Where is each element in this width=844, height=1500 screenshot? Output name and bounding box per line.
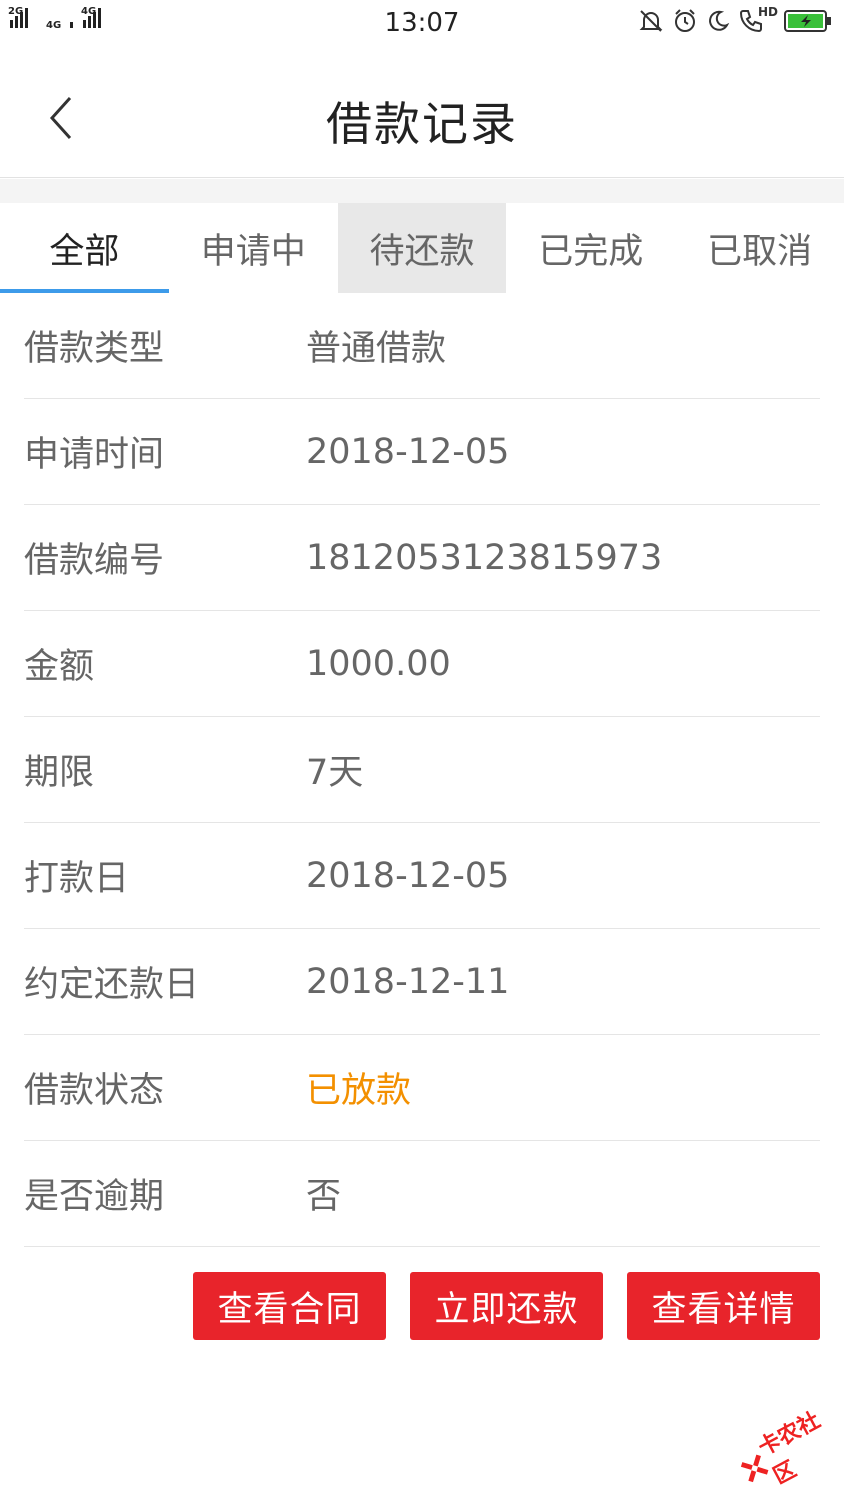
hd-call-icon: HD: [738, 5, 779, 34]
detail-row-term: 期限 7天: [24, 717, 820, 823]
detail-label: 是否逾期: [24, 1177, 165, 1217]
detail-label: 打款日: [24, 859, 130, 899]
tab-bar: 全部 申请中 待还款 已完成 已取消: [0, 203, 844, 293]
status-bar: 2G 4G 4G 13:07 HD: [0, 0, 844, 46]
detail-label: 期限: [24, 753, 95, 793]
section-divider: [0, 179, 844, 203]
detail-row-amount: 金额 1000.00: [24, 611, 820, 717]
action-bar: 查看合同 立即还款 查看详情: [193, 1272, 820, 1340]
detail-label: 金额: [24, 647, 95, 687]
repay-now-button[interactable]: 立即还款: [410, 1272, 603, 1340]
page-title: 借款记录: [326, 97, 518, 151]
detail-row-overdue: 是否逾期 否: [24, 1141, 820, 1247]
detail-label: 借款编号: [24, 541, 165, 581]
detail-label: 约定还款日: [24, 965, 200, 1005]
hd-label: HD: [758, 5, 779, 19]
view-contract-button[interactable]: 查看合同: [193, 1272, 386, 1340]
status-value: 已放款: [306, 1071, 412, 1111]
detail-label: 申请时间: [24, 435, 165, 475]
view-details-button[interactable]: 查看详情: [627, 1272, 820, 1340]
detail-value: 2018-12-05: [306, 431, 510, 472]
detail-value: 1812053123815973: [306, 537, 663, 578]
watermark: 卡农社区: [726, 1387, 844, 1500]
battery-charging-icon: [784, 10, 831, 32]
alarm-clock-icon: [675, 9, 695, 32]
tab-cancelled[interactable]: 已取消: [675, 203, 844, 293]
nav-header: 借款记录: [0, 46, 844, 178]
tab-all[interactable]: 全部: [0, 203, 169, 293]
detail-value: 否: [306, 1177, 342, 1217]
detail-row-disbursement-date: 打款日 2018-12-05: [24, 823, 820, 929]
tab-completed[interactable]: 已完成: [506, 203, 675, 293]
status-icons: HD: [638, 5, 832, 34]
detail-label: 借款类型: [24, 329, 165, 369]
detail-value: 1000.00: [306, 643, 451, 684]
tab-applying[interactable]: 申请中: [169, 203, 338, 293]
detail-row-loan-number: 借款编号 1812053123815973: [24, 505, 820, 611]
detail-label: 借款状态: [24, 1071, 165, 1111]
detail-row-loan-status: 借款状态 已放款: [24, 1035, 820, 1141]
bell-muted-icon: [639, 10, 663, 32]
moon-icon: [709, 10, 730, 31]
detail-row-apply-time: 申请时间 2018-12-05: [24, 399, 820, 505]
detail-row-loan-type: 借款类型 普通借款: [24, 293, 820, 399]
detail-value: 7天: [306, 753, 364, 793]
detail-value: 2018-12-05: [306, 855, 510, 896]
loan-detail-list: 借款类型 普通借款 申请时间 2018-12-05 借款编号 181205312…: [24, 293, 820, 1247]
detail-value: 2018-12-11: [306, 961, 510, 1002]
tab-pending-repayment[interactable]: 待还款: [337, 203, 507, 293]
detail-value: 普通借款: [306, 329, 447, 369]
detail-row-due-date: 约定还款日 2018-12-11: [24, 929, 820, 1035]
